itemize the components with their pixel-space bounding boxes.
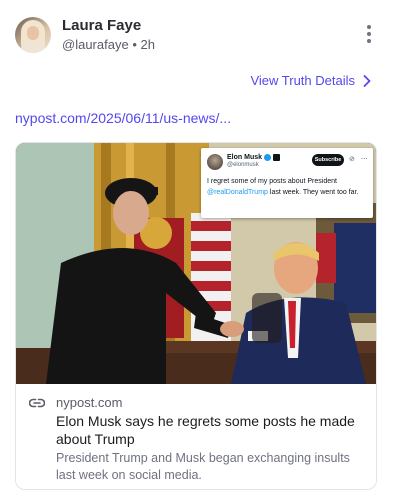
tweet-mention: @realDonaldTrump — [207, 189, 268, 196]
tweet-author: Elon Musk — [227, 154, 281, 161]
link-description: President Trump and Musk began exchangin… — [56, 451, 350, 482]
tweet-text: I regret some of my posts about Presiden… — [207, 176, 367, 198]
link-preview-image: Elon Musk @elonmusk Subscribe ⊘ ⋯ I regr… — [16, 143, 376, 384]
link-icon — [29, 398, 45, 408]
tweet-text-end: last week. They went too far. — [267, 189, 359, 196]
tweet-avatar — [207, 154, 223, 170]
link-title[interactable]: Elon Musk says he regrets some posts he … — [56, 412, 366, 448]
link-preview-meta: nypost.com Elon Musk says he regrets som… — [16, 384, 376, 489]
author-meta: @laurafaye • 2h — [62, 37, 155, 52]
x-affiliation-icon — [273, 154, 281, 161]
post-header: Laura Faye @laurafaye • 2h — [15, 15, 378, 57]
view-truth-details-label: View Truth Details — [250, 73, 355, 88]
tweet-text-start: I regret some of my posts about Presiden… — [207, 178, 337, 185]
tweet-handle: @elonmusk — [227, 162, 259, 168]
link-site-name: nypost.com — [56, 395, 123, 410]
tweet-subscribe-button: Subscribe — [312, 154, 344, 166]
author-handle[interactable]: @laurafaye — [62, 37, 129, 52]
meta-separator: • — [132, 37, 137, 52]
view-truth-details-link[interactable]: View Truth Details — [250, 73, 371, 88]
author-display-name[interactable]: Laura Faye — [62, 17, 141, 34]
avatar[interactable] — [15, 17, 51, 53]
tweet-author-name: Elon Musk — [227, 154, 263, 161]
link-preview-card[interactable]: Elon Musk @elonmusk Subscribe ⊘ ⋯ I regr… — [15, 142, 377, 490]
tweet-actions-icon: ⊘ ⋯ — [349, 156, 370, 163]
verified-badge-icon — [264, 154, 272, 161]
chevron-right-icon — [363, 74, 371, 87]
more-options-icon[interactable] — [366, 25, 372, 45]
post-time: 2h — [140, 37, 155, 52]
post-link-url[interactable]: nypost.com/2025/06/11/us-news/... — [15, 110, 231, 126]
embedded-tweet: Elon Musk @elonmusk Subscribe ⊘ ⋯ I regr… — [201, 148, 373, 218]
